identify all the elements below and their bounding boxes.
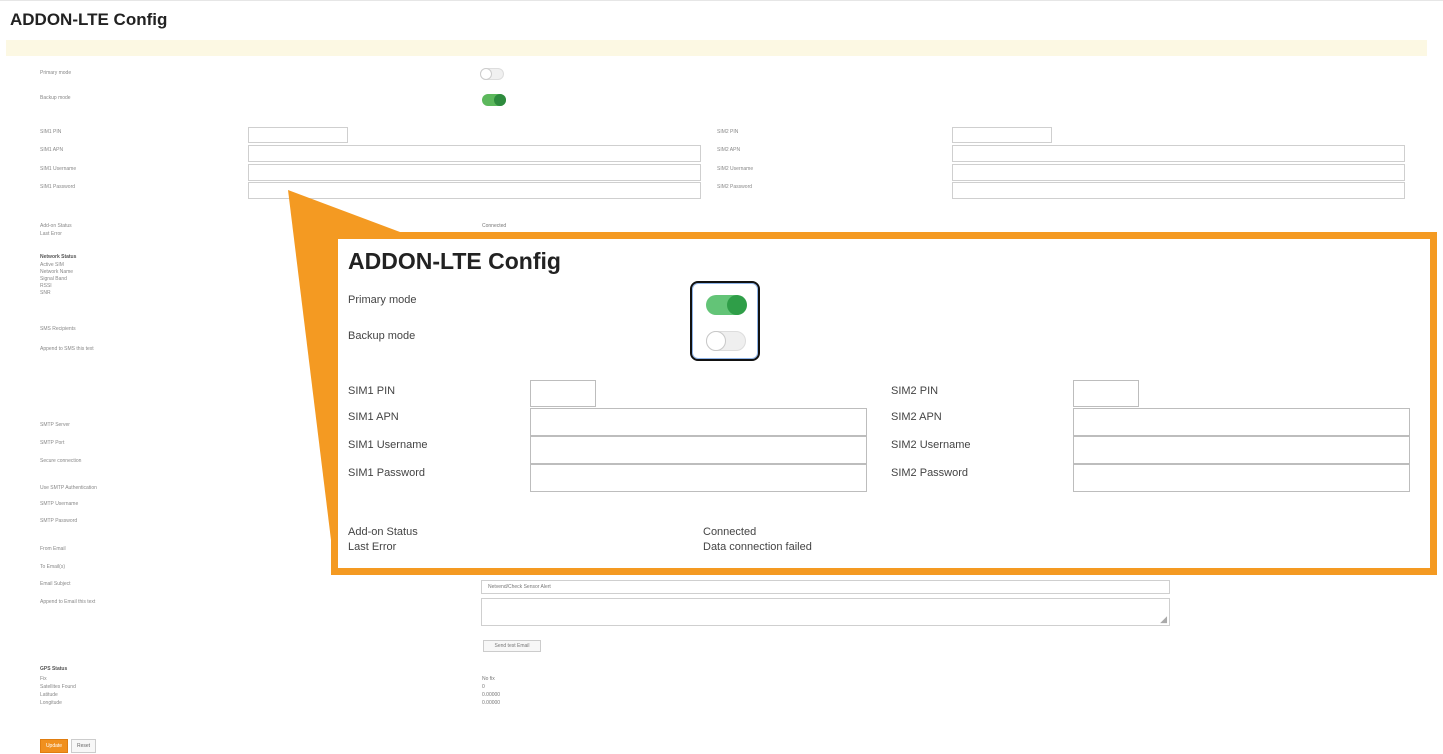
network-row: Network Name (40, 269, 74, 275)
gps-fix-value: No fix (482, 676, 495, 682)
use-smtp-auth-label: Use SMTP Authentication (40, 485, 97, 491)
sim2-pin-label: SIM2 PIN (717, 129, 739, 135)
sim1-apn-label: SIM1 APN (40, 147, 64, 153)
callout-primary-mode-label: Primary mode (348, 294, 417, 306)
smtp-password-label: SMTP Password (40, 518, 78, 524)
callout-sim2-apn-label: SIM2 APN (891, 411, 942, 423)
network-status-heading: Network Status (40, 254, 77, 260)
sim1-apn-input[interactable] (248, 145, 701, 162)
callout-sim2-pin-label: SIM2 PIN (891, 385, 939, 397)
smtp-username-label: SMTP Username (40, 501, 79, 507)
addon-status-value: Connected (482, 223, 507, 229)
sim2-password-label: SIM2 Password (717, 184, 753, 190)
callout-sim2-password-input[interactable] (1073, 464, 1410, 492)
gps-satellites-label: Satellites Found (40, 684, 76, 690)
gps-fix-label: Fix (40, 676, 47, 682)
callout-sim1-password-input[interactable] (530, 464, 867, 492)
callout-sim1-apn-label: SIM1 APN (348, 411, 399, 423)
network-row: SNR (40, 290, 51, 296)
secure-connection-label: Secure connection (40, 458, 82, 464)
sim1-password-label: SIM1 Password (40, 184, 76, 190)
gps-latitude-value: 0.00000 (482, 692, 501, 698)
sim2-password-input[interactable] (952, 182, 1405, 199)
gps-satellites-value: 0 (482, 684, 485, 690)
backup-mode-label: Backup mode (40, 95, 71, 101)
to-email-label: To Email(s) (40, 564, 66, 570)
toggle-highlight-frame (690, 281, 760, 361)
email-subject-input[interactable]: Netvend/Check Sensor Alert (481, 580, 1170, 594)
sim2-username-label: SIM2 Username (717, 166, 754, 172)
callout-sim2-pin-input[interactable] (1073, 380, 1139, 407)
page-title: ADDON-LTE Config (10, 10, 168, 29)
callout-sim1-username-input[interactable] (530, 436, 867, 464)
callout-sim1-username-label: SIM1 Username (348, 439, 428, 451)
addon-status-label: Add-on Status (40, 223, 72, 229)
gps-longitude-value: 0.00000 (482, 700, 501, 706)
network-row: RSSI (40, 283, 52, 289)
last-error-label: Last Error (40, 231, 62, 237)
smtp-server-label: SMTP Server (40, 422, 70, 428)
callout-addon-status-label: Add-on Status (348, 526, 418, 538)
sim1-username-input[interactable] (248, 164, 701, 181)
reset-button[interactable]: Reset (71, 739, 96, 753)
top-divider (0, 0, 1443, 1)
network-row: Signal Band (40, 276, 67, 282)
toggle-knob (480, 68, 492, 80)
callout-sim1-pin-input[interactable] (530, 380, 596, 407)
primary-mode-label: Primary mode (40, 70, 72, 76)
sim1-pin-input[interactable] (248, 127, 348, 143)
callout-sim2-username-input[interactable] (1073, 436, 1410, 464)
callout-sim1-apn-input[interactable] (530, 408, 867, 436)
callout-addon-status-value: Connected (703, 526, 757, 538)
smtp-port-label: SMTP Port (40, 440, 65, 446)
email-subject-label: Email Subject (40, 581, 71, 587)
sim1-pin-label: SIM1 PIN (40, 129, 62, 135)
callout-last-error-value: Data connection failed (703, 541, 812, 553)
callout-backup-mode-label: Backup mode (348, 330, 416, 342)
email-append-label: Append to Email this text (40, 599, 96, 605)
gps-latitude-label: Latitude (40, 692, 58, 698)
callout-title: ADDON-LTE Config (348, 248, 561, 274)
sms-recipients-label: SMS Recipients (40, 326, 76, 332)
callout-sim2-username-label: SIM2 Username (891, 439, 971, 451)
sim1-password-input[interactable] (248, 182, 701, 199)
zoom-callout: ADDON-LTE Config Primary mode Backup mod… (331, 232, 1437, 575)
backup-mode-toggle[interactable] (482, 94, 506, 106)
callout-last-error-label: Last Error (348, 541, 397, 553)
email-append-textarea[interactable]: ◢ (481, 598, 1170, 626)
gps-longitude-label: Longitude (40, 700, 62, 706)
sim2-username-input[interactable] (952, 164, 1405, 181)
sim2-pin-input[interactable] (952, 127, 1052, 143)
gps-status-heading: GPS Status (40, 666, 68, 672)
resize-grip-icon[interactable]: ◢ (1160, 614, 1167, 625)
sim2-apn-input[interactable] (952, 145, 1405, 162)
notice-bar (6, 40, 1427, 56)
callout-sim2-apn-input[interactable] (1073, 408, 1410, 436)
callout-sim1-pin-label: SIM1 PIN (348, 385, 396, 397)
network-row: Active SIM (40, 262, 64, 268)
update-button[interactable]: Update (40, 739, 68, 753)
from-email-label: From Email (40, 546, 66, 552)
send-test-email-button[interactable]: Send test Email (483, 640, 541, 652)
primary-mode-toggle[interactable] (480, 68, 504, 80)
callout-sim2-password-label: SIM2 Password (891, 467, 969, 479)
toggle-knob (494, 94, 506, 106)
sim1-username-label: SIM1 Username (40, 166, 77, 172)
sms-append-label: Append to SMS this text (40, 346, 94, 352)
callout-sim1-password-label: SIM1 Password (348, 467, 426, 479)
sim2-apn-label: SIM2 APN (717, 147, 741, 153)
